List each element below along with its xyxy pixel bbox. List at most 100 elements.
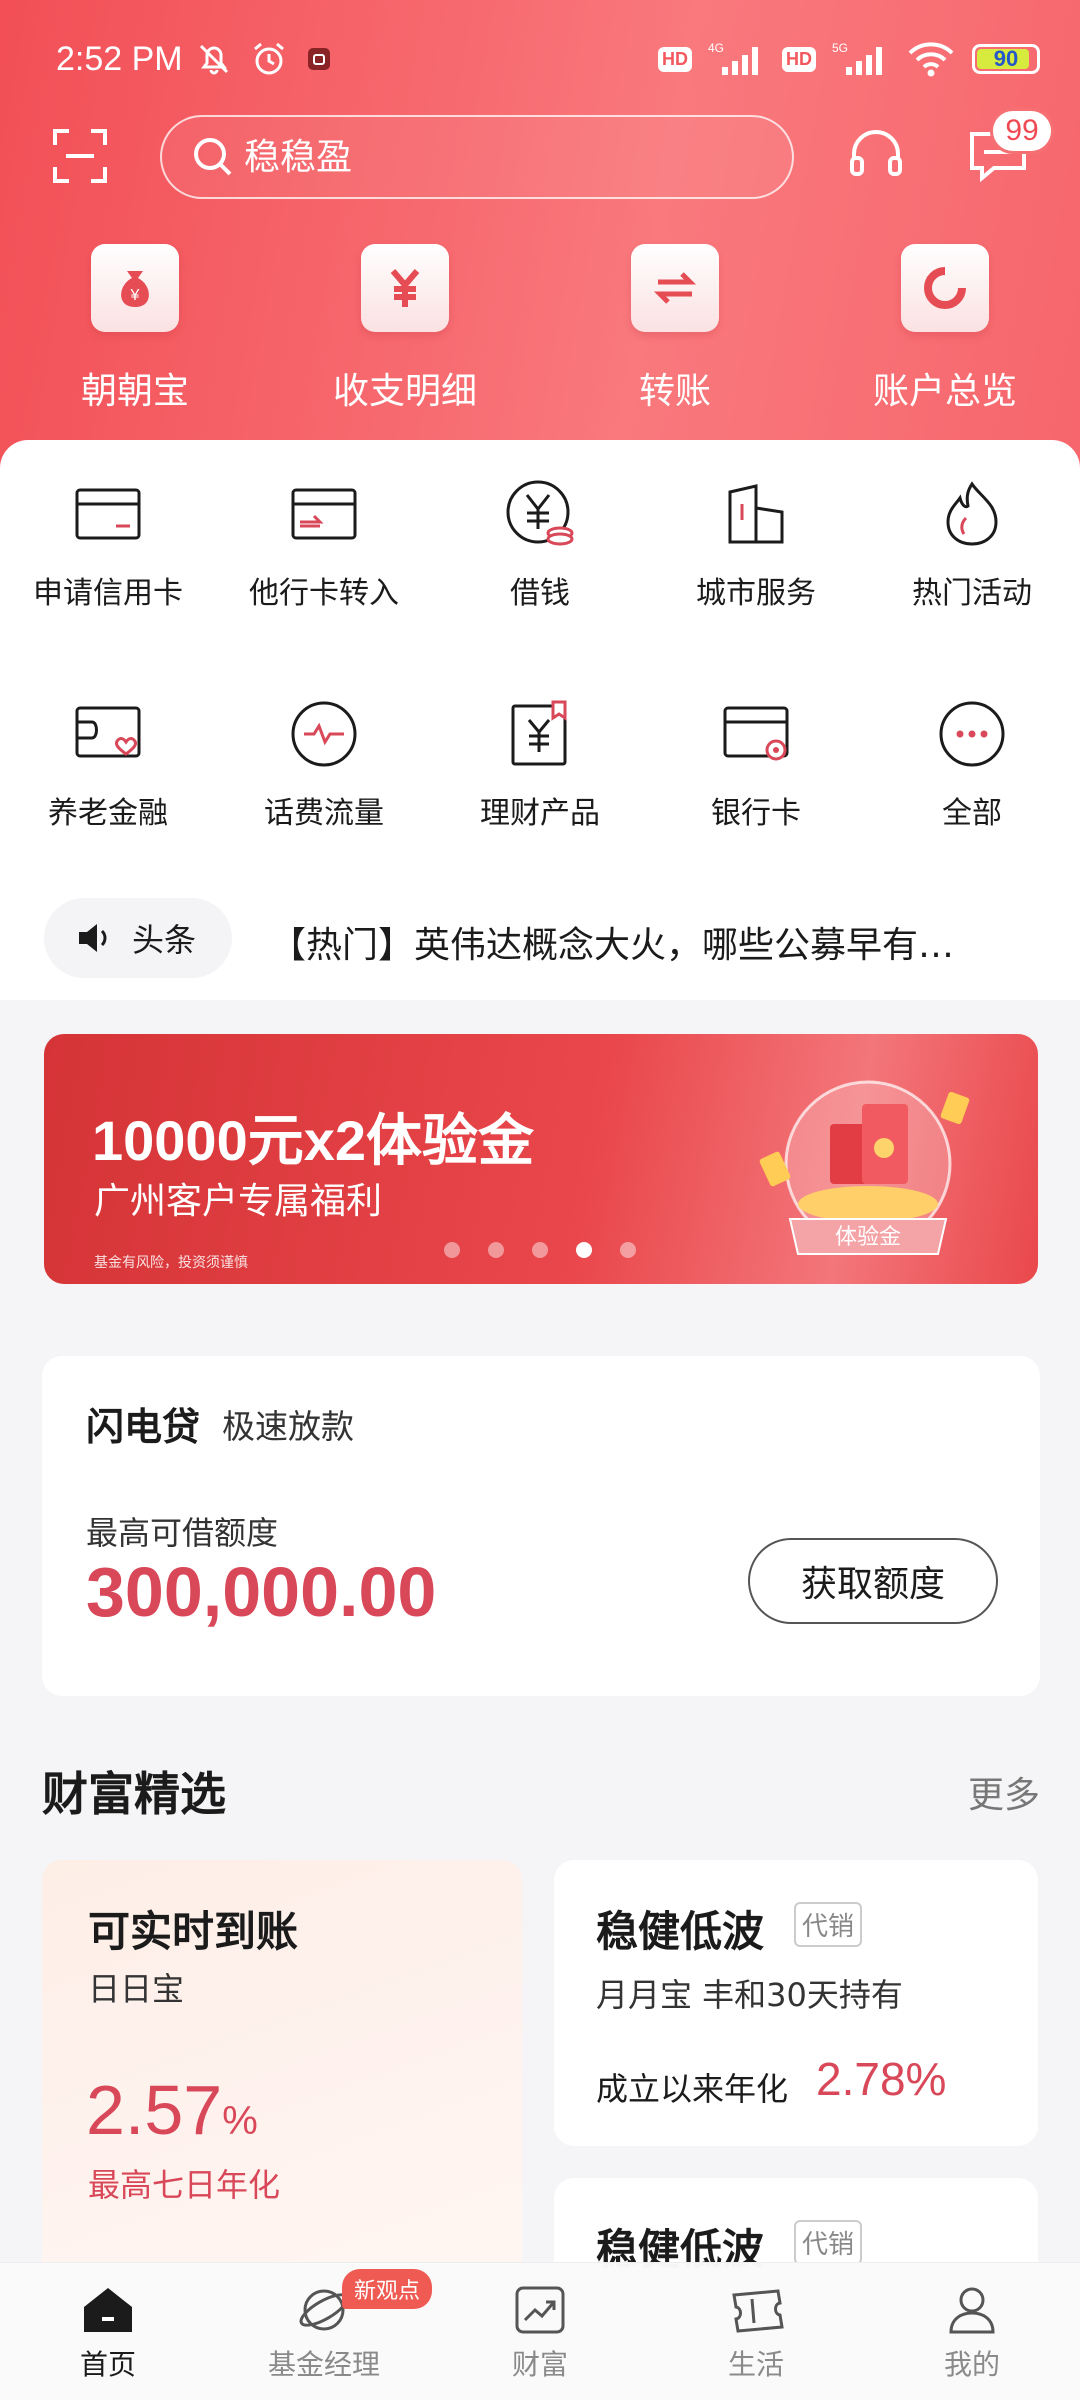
wealth-more-link[interactable]: 更多: [968, 1766, 1040, 1818]
service-label: 城市服务: [696, 576, 816, 611]
building-icon: [728, 484, 784, 544]
yuan-icon: [390, 269, 420, 307]
service-label: 银行卡: [711, 796, 801, 831]
more-dots-icon: [939, 701, 1005, 767]
banner-dot[interactable]: [620, 1242, 636, 1258]
wealth-card-riribao[interactable]: 可实时到账 日日宝 2.57% 最高七日年化: [42, 1860, 522, 2290]
service-label: 热门活动: [912, 576, 1032, 611]
service-label: 他行卡转入: [249, 576, 399, 611]
customer-service-icon[interactable]: [848, 128, 904, 184]
signal-4g-icon: 4G: [708, 41, 758, 75]
hd-badge: HD: [658, 46, 692, 72]
loan-limit-amount: 300,000.00: [86, 1553, 437, 1631]
banner-dot[interactable]: [532, 1242, 548, 1258]
home-icon: [84, 2288, 132, 2332]
quick-action-label: 账户总览: [872, 371, 1017, 412]
quick-action-label: 转账: [638, 371, 711, 412]
nav-label: 首页: [79, 2348, 136, 2381]
service-card-transfer-in[interactable]: 他行卡转入: [216, 478, 432, 612]
bottom-navigation: 首页 新观点 基金经理 财富 生活 我的: [0, 2262, 1080, 2400]
new-view-badge: 新观点: [342, 2269, 432, 2309]
nav-wealth[interactable]: 财富: [432, 2263, 648, 2400]
user-icon: [949, 2287, 995, 2334]
pension-card-icon: [75, 706, 141, 758]
svg-text:¥: ¥: [130, 287, 140, 304]
banner-title: 10000元x2体验金: [92, 1109, 535, 1172]
banner-dot[interactable]: [488, 1242, 504, 1258]
search-input[interactable]: [244, 136, 724, 178]
service-borrow[interactable]: 借钱: [432, 478, 648, 612]
wealth-card-title: 稳健低波: [596, 1907, 765, 1956]
headline-bar[interactable]: 头条 【热门】英伟达概念大火，哪些公募早有…: [0, 880, 1080, 1000]
svg-text:体验金: 体验金: [835, 1225, 901, 1250]
service-label: 借钱: [510, 576, 570, 611]
nav-fund-manager[interactable]: 新观点 基金经理: [216, 2263, 432, 2400]
wealth-card-rate: 2.57%: [86, 2071, 258, 2149]
service-row-2: 养老金融 话费流量 理财产品 银行卡 全部: [0, 698, 1080, 832]
loan-subtitle: 极速放款: [222, 1407, 354, 1446]
wealth-card-rate-label: 最高七日年化: [88, 2166, 281, 2204]
service-bank-card[interactable]: 银行卡: [648, 698, 864, 832]
promo-banner[interactable]: 10000元x2体验金 广州客户专属福利 基金有风险，投资须谨慎 体验金: [44, 1034, 1038, 1284]
service-label: 申请信用卡: [33, 576, 183, 611]
loan-title: 闪电贷: [86, 1405, 201, 1449]
scan-icon[interactable]: [52, 128, 108, 184]
nav-label: 基金经理: [267, 2348, 380, 2381]
battery-indicator: 90: [972, 44, 1040, 74]
service-phone-data[interactable]: 话费流量: [216, 698, 432, 832]
distribution-tag: 代销: [794, 1902, 863, 1947]
wealth-card-yueyuebao[interactable]: 稳健低波 代销 月月宝 丰和30天持有 成立以来年化 2.78%: [554, 1860, 1038, 2146]
wealth-card-rate-label: 成立以来年化: [596, 2070, 789, 2108]
status-bar: 2:52 PM HD 4G HD 5G 90: [0, 0, 1080, 120]
banner-subtitle: 广州客户专属福利: [94, 1181, 383, 1222]
banner-risk-note: 基金有风险，投资须谨慎: [94, 1255, 248, 1271]
search-icon: [194, 138, 232, 176]
quick-action-account-overview[interactable]: 账户总览: [810, 244, 1080, 424]
service-label: 养老金融: [48, 796, 168, 831]
nav-life[interactable]: 生活: [648, 2263, 864, 2400]
nav-mine[interactable]: 我的: [864, 2263, 1080, 2400]
banner-dot[interactable]: [576, 1242, 592, 1258]
headline-text[interactable]: 【热门】英伟达概念大火，哪些公募早有…: [270, 916, 1050, 968]
nav-label: 我的: [943, 2348, 1000, 2381]
service-credit-card[interactable]: 申请信用卡: [0, 478, 216, 612]
wealth-doc-icon: [511, 700, 567, 766]
service-label: 话费流量: [264, 796, 384, 831]
pulse-icon: [291, 701, 357, 767]
service-wealth-products[interactable]: 理财产品: [432, 698, 648, 832]
wealth-section-title: 财富精选: [42, 1767, 226, 1821]
chart-up-icon: [515, 2286, 565, 2334]
status-time: 2:52 PM: [56, 40, 183, 78]
loan-limit-label: 最高可借额度: [86, 1514, 279, 1552]
ring-chart-icon: [924, 267, 966, 309]
quick-action-zhaozhaobao[interactable]: ¥ 朝朝宝: [0, 244, 270, 424]
card-transfer-icon: [291, 488, 357, 540]
service-city[interactable]: 城市服务: [648, 478, 864, 612]
banner-dot[interactable]: [444, 1242, 460, 1258]
service-all[interactable]: 全部: [864, 698, 1080, 832]
quick-action-transactions[interactable]: 收支明细: [270, 244, 540, 424]
wealth-card-product: 日日宝: [88, 1970, 185, 2008]
service-pension[interactable]: 养老金融: [0, 698, 216, 832]
service-label: 全部: [942, 796, 1002, 831]
quick-actions: ¥ 朝朝宝 收支明细 转账 账户总览: [0, 244, 1080, 424]
quick-action-transfer[interactable]: 转账: [540, 244, 810, 424]
quick-action-label: 朝朝宝: [80, 371, 189, 412]
money-bag-icon: ¥: [121, 271, 149, 307]
message-count-badge: 99: [990, 108, 1054, 154]
flame-icon: [946, 481, 998, 546]
wealth-card-product: 月月宝 丰和30天持有: [596, 1976, 903, 2014]
banner-pagination: [444, 1242, 636, 1258]
flash-loan-card[interactable]: 闪电贷 极速放款 最高可借额度 300,000.00 获取额度: [42, 1356, 1040, 1696]
search-box[interactable]: [160, 115, 794, 199]
nav-label: 生活: [727, 2348, 784, 2381]
alarm-icon: [254, 42, 284, 75]
headline-tag: 头条: [44, 898, 232, 978]
bank-card-icon: [723, 706, 789, 761]
speaker-icon: [79, 924, 107, 952]
get-limit-button[interactable]: 获取额度: [748, 1538, 998, 1624]
nav-home[interactable]: 首页: [0, 2263, 216, 2400]
service-row-1: 申请信用卡 他行卡转入 借钱 城市服务 热门活动: [0, 478, 1080, 612]
service-hot-activity[interactable]: 热门活动: [864, 478, 1080, 612]
svg-text:5G: 5G: [832, 41, 848, 55]
